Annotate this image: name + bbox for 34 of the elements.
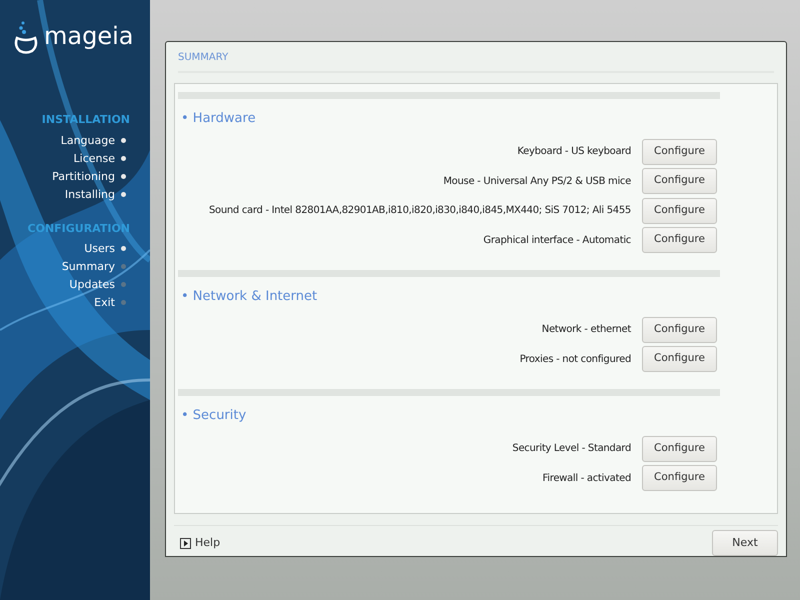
setting-label: Firewall - activated — [542, 472, 631, 486]
step-label: Language — [60, 134, 115, 146]
configure-button[interactable]: Configure — [642, 346, 717, 372]
configure-button[interactable]: Configure — [642, 138, 717, 164]
setting-label: Proxies - not configured — [520, 352, 631, 366]
section-heading: • Network & Internet — [181, 288, 318, 306]
sidebar-heading: INSTALLATION — [42, 112, 130, 128]
step-label: Installing — [64, 188, 115, 200]
logo-icon — [14, 20, 40, 54]
step-label: Exit — [94, 296, 115, 309]
configure-button[interactable]: Configure — [642, 198, 717, 224]
step-label: Updates — [69, 278, 115, 291]
next-button[interactable]: Next — [712, 530, 778, 556]
logo-text: mageia — [44, 24, 134, 50]
configure-button[interactable]: Configure — [642, 436, 717, 462]
expander-icon[interactable] — [180, 538, 191, 548]
setting-label: Mouse - Universal Any PS/2 & USB mice — [443, 174, 631, 188]
section-heading: • Hardware — [181, 110, 256, 128]
setting-label: Sound card - Intel 82801AA,82901AB,i810,i820,i830,i840,i845,MX440; SiS 7012; Ali 5455 — [208, 204, 631, 218]
section-heading: • Security — [181, 407, 246, 425]
configure-button[interactable]: Configure — [642, 316, 717, 342]
configure-button[interactable]: Configure — [642, 465, 717, 491]
step-label: Summary — [62, 260, 115, 273]
dialog-title: SUMMARY — [178, 52, 228, 63]
setting-label: Keyboard - US keyboard — [517, 145, 631, 159]
setting-label: Security Level - Standard — [512, 442, 631, 456]
configure-button[interactable]: Configure — [642, 168, 717, 194]
step-label: Partitioning — [52, 170, 115, 182]
help-link[interactable]: Help — [195, 534, 220, 552]
setting-label: Graphical interface - Automatic — [483, 234, 631, 248]
step-label: Users — [84, 242, 115, 255]
configure-button[interactable]: Configure — [642, 227, 717, 253]
step-label: License — [74, 152, 115, 164]
setting-label: Network - ethernet — [542, 323, 631, 337]
